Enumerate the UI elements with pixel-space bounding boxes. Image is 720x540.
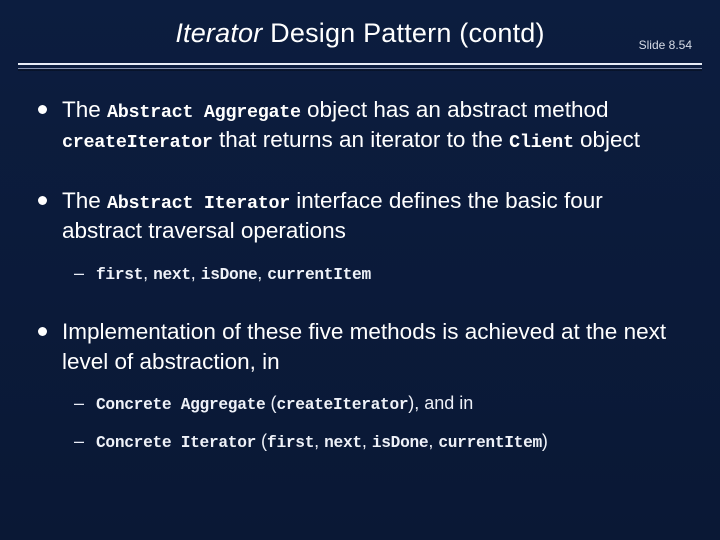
sub-bullet-item: first, next, isDone, currentItem	[62, 260, 686, 287]
body-text: ,	[191, 263, 201, 283]
code-text: createIterator	[276, 396, 408, 414]
code-text: Client	[509, 132, 574, 153]
bullet-item: The Abstract Aggregate object has an abs…	[34, 95, 686, 156]
sub-bullet-list: Concrete Aggregate (createIterator), and…	[62, 390, 686, 455]
body-text: object has an abstract method	[301, 97, 609, 122]
body-text: (	[265, 393, 276, 413]
code-text: isDone	[372, 434, 429, 452]
sub-bullet-list: first, next, isDone, currentItem	[62, 260, 686, 287]
code-text: Concrete Aggregate	[96, 396, 265, 414]
body-text: ,	[314, 431, 324, 451]
code-text: first	[96, 266, 143, 284]
code-text: currentItem	[438, 434, 542, 452]
bullet-item: The Abstract Iterator interface defines …	[34, 186, 686, 287]
sub-bullet-item: Concrete Iterator (first, next, isDone, …	[62, 428, 686, 455]
code-text: Abstract Iterator	[107, 193, 290, 214]
slide-header: Iterator Design Pattern (contd) Slide 8.…	[0, 0, 720, 57]
code-text: createIterator	[62, 132, 213, 153]
body-text: ,	[362, 431, 372, 451]
code-text: first	[267, 434, 314, 452]
code-text: Abstract Aggregate	[107, 102, 301, 123]
page-title: Iterator Design Pattern (contd)	[28, 18, 692, 49]
bullet-item: Implementation of these five methods is …	[34, 317, 686, 455]
body-text: ,	[428, 431, 438, 451]
code-text: Concrete Iterator	[96, 434, 256, 452]
body-text: ,	[143, 263, 153, 283]
body-text: that returns an iterator to the	[213, 127, 509, 152]
body-text: The	[62, 97, 107, 122]
code-text: isDone	[201, 266, 258, 284]
code-text: currentItem	[267, 266, 371, 284]
code-text: next	[324, 434, 362, 452]
sub-bullet-item: Concrete Aggregate (createIterator), and…	[62, 390, 686, 417]
title-italic: Iterator	[175, 18, 262, 48]
code-text: next	[153, 266, 191, 284]
body-text: object	[574, 127, 640, 152]
body-text: Implementation of these five methods is …	[62, 319, 666, 374]
body-text: ,	[257, 263, 267, 283]
title-rest: Design Pattern (contd)	[262, 18, 544, 48]
body-text: ), and in	[408, 393, 473, 413]
body-text: (	[256, 431, 267, 451]
body-text: )	[542, 431, 548, 451]
slide: Iterator Design Pattern (contd) Slide 8.…	[0, 0, 720, 540]
body-text: The	[62, 188, 107, 213]
slide-content: The Abstract Aggregate object has an abs…	[0, 69, 720, 455]
bullet-list: The Abstract Aggregate object has an abs…	[34, 95, 686, 455]
slide-number: Slide 8.54	[639, 38, 692, 52]
